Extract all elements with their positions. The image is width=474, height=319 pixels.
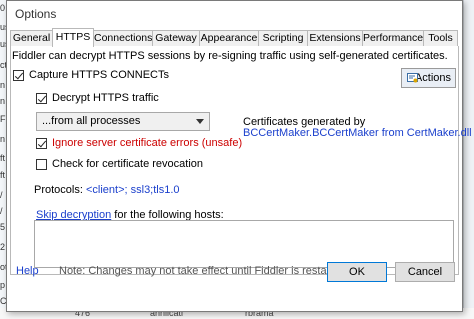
- revocation-label[interactable]: Check for certificate revocation: [52, 158, 203, 170]
- ignore-errors-label[interactable]: Ignore server certificate errors (unsafe…: [52, 137, 242, 149]
- bg-text: n: [0, 134, 6, 144]
- tab-general[interactable]: General: [10, 30, 53, 46]
- cancel-button[interactable]: Cancel: [395, 262, 455, 282]
- bg-text: ft: [0, 153, 6, 163]
- revocation-checkbox[interactable]: [36, 159, 47, 170]
- process-filter-select[interactable]: ...from all processes: [36, 112, 210, 131]
- capture-https-label[interactable]: Capture HTTPS CONNECTs: [29, 69, 169, 81]
- bg-text: 0: [0, 3, 6, 13]
- ok-button[interactable]: OK: [327, 262, 387, 282]
- actions-label: Actions: [414, 72, 451, 84]
- https-description: Fiddler can decrypt HTTPS sessions by re…: [12, 50, 448, 62]
- bg-text: ft: [0, 170, 6, 180]
- background-app-right: [463, 0, 474, 319]
- tab-performance[interactable]: Performance: [362, 30, 424, 46]
- protocols-label: Protocols:: [34, 184, 83, 196]
- bg-text: /: [0, 190, 3, 200]
- skip-hosts-textarea[interactable]: [34, 220, 454, 268]
- protocols-link[interactable]: <client>; ssl3;tls1.0: [86, 184, 180, 196]
- options-dialog: Options General HTTPS Connections Gatewa…: [6, 0, 472, 312]
- chevron-down-icon: [196, 119, 204, 124]
- tab-tools[interactable]: Tools: [423, 30, 458, 46]
- https-panel: Fiddler can decrypt HTTPS sessions by re…: [10, 46, 472, 275]
- bg-text: /: [0, 206, 3, 216]
- tab-strip: General HTTPS Connections Gateway Appear…: [10, 28, 459, 47]
- certificate-icon: [407, 73, 418, 83]
- decrypt-https-label[interactable]: Decrypt HTTPS traffic: [52, 92, 159, 104]
- capture-https-checkbox[interactable]: [13, 70, 24, 81]
- tab-gateway[interactable]: Gateway: [152, 30, 200, 46]
- tab-appearance[interactable]: Appearance: [199, 30, 259, 46]
- title-bar[interactable]: Options: [7, 1, 462, 27]
- cert-generator-link[interactable]: BCCertMaker.BCCertMaker from CertMaker.d…: [243, 127, 472, 139]
- protocols-row: Protocols: <client>; ssl3;tls1.0: [34, 184, 180, 196]
- tab-https[interactable]: HTTPS: [52, 28, 94, 47]
- bg-text: p: [0, 280, 6, 290]
- window-title: Options: [15, 7, 57, 21]
- bg-text: n: [0, 80, 6, 90]
- bg-text: 2: [0, 242, 6, 252]
- bg-text: 5: [0, 222, 6, 232]
- tab-extensions[interactable]: Extensions: [307, 30, 363, 46]
- process-filter-value: ...from all processes: [42, 115, 141, 127]
- decrypt-https-checkbox[interactable]: [36, 93, 47, 104]
- actions-button[interactable]: Actions: [401, 68, 456, 88]
- restart-note: Note: Changes may not take effect until …: [59, 265, 349, 277]
- tab-scripting[interactable]: Scripting: [258, 30, 308, 46]
- ignore-errors-checkbox[interactable]: [36, 138, 47, 149]
- tab-connections[interactable]: Connections: [93, 30, 153, 46]
- help-link[interactable]: Help: [16, 265, 39, 277]
- bg-text: n: [0, 96, 6, 106]
